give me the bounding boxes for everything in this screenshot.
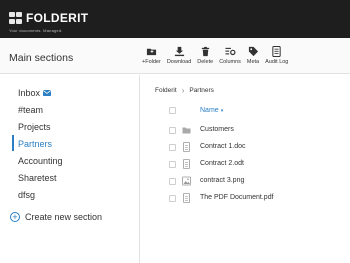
mail-icon: [43, 90, 52, 96]
sidebar-item-label: #team: [18, 105, 44, 115]
sidebar-item-label: dfsg: [18, 190, 36, 200]
columns-label: Columns: [219, 59, 241, 65]
logo-icon: [9, 12, 23, 25]
sidebar-item-projects[interactable]: Projects: [18, 122, 51, 132]
breadcrumb-root[interactable]: Folderit: [155, 87, 177, 94]
file-name: contract 3.png: [200, 177, 245, 184]
toolbar: +Folder Download Delete Columns Meta Aud…: [142, 46, 294, 65]
sidebar-item-label: Accounting: [18, 156, 63, 166]
page-title: Main sections: [9, 52, 74, 64]
file-name: The PDF Document.pdf: [200, 194, 274, 201]
download-icon: [174, 46, 184, 57]
sidebar-item-label: Partners: [18, 139, 53, 149]
name-column-header[interactable]: Name ▾: [200, 107, 223, 114]
create-section-button[interactable]: + Create new section: [10, 212, 102, 222]
brand-tagline: Your documents. Managed.: [9, 28, 63, 33]
delete-label: Delete: [197, 59, 214, 65]
breadcrumb-current: Partners: [189, 87, 214, 94]
download-label: Download: [166, 59, 192, 65]
chevron-right-icon: ›: [181, 86, 185, 95]
list-item[interactable]: Contract 1.doc: [150, 139, 350, 156]
brand-name: FOLDERIT: [26, 11, 89, 25]
document-icon: [183, 142, 190, 152]
sidebar-item-inbox[interactable]: Inbox: [18, 88, 52, 98]
download-button[interactable]: Download: [167, 46, 191, 65]
document-icon: [183, 193, 190, 203]
sidebar-item-team[interactable]: #team: [18, 105, 43, 115]
audit-log-button[interactable]: Audit Log: [265, 46, 288, 65]
sidebar-item-partners[interactable]: Partners: [18, 139, 52, 149]
sidebar-item-label: Inbox: [18, 88, 41, 98]
folder-plus-icon: [146, 48, 156, 56]
row-checkbox[interactable]: [169, 161, 176, 168]
list-item[interactable]: The PDF Document.pdf: [150, 190, 350, 207]
file-name: Contract 1.doc: [200, 143, 246, 150]
tag-icon: [248, 46, 258, 57]
create-section-label: Create new section: [25, 212, 103, 222]
file-name: Contract 2.odt: [200, 160, 244, 167]
sidebar: [0, 75, 140, 263]
trash-icon: [201, 46, 209, 57]
columns-button[interactable]: Columns: [219, 46, 241, 65]
meta-label: Meta: [246, 59, 260, 65]
row-checkbox[interactable]: [169, 195, 176, 202]
sidebar-item-label: Sharetest: [18, 173, 57, 183]
document-icon: [183, 159, 190, 169]
list-header: Name ▾: [150, 100, 350, 122]
name-column-label: Name: [200, 107, 219, 114]
breadcrumb: Folderit › Partners: [155, 86, 214, 95]
meta-button[interactable]: Meta: [247, 46, 259, 65]
logo[interactable]: FOLDERIT: [9, 12, 88, 25]
list-item[interactable]: Contract 2.odt: [150, 156, 350, 173]
sidebar-item-dfsg[interactable]: dfsg: [18, 190, 35, 200]
sidebar-item-sharetest[interactable]: Sharetest: [18, 173, 57, 183]
sidebar-item-accounting[interactable]: Accounting: [18, 156, 63, 166]
row-checkbox[interactable]: [169, 144, 176, 151]
add-folder-label: +Folder: [142, 59, 161, 65]
document-list-icon: [272, 46, 281, 57]
row-checkbox[interactable]: [169, 178, 176, 185]
list-item[interactable]: contract 3.png: [150, 173, 350, 190]
row-checkbox[interactable]: [169, 127, 176, 134]
select-all-checkbox[interactable]: [169, 107, 176, 114]
top-bar: FOLDERIT Your documents. Managed.: [0, 0, 350, 38]
active-indicator: [12, 135, 14, 151]
sort-down-icon: ▾: [220, 107, 224, 114]
folder-icon: [182, 127, 191, 134]
add-folder-button[interactable]: +Folder: [142, 46, 161, 65]
columns-gear-icon: [224, 47, 236, 56]
image-file-icon: [182, 176, 191, 186]
sidebar-item-label: Projects: [18, 122, 51, 132]
list-item[interactable]: Customers: [150, 122, 350, 139]
delete-button[interactable]: Delete: [197, 46, 213, 65]
file-name: Customers: [200, 126, 234, 133]
plus-circle-icon: +: [10, 212, 20, 222]
audit-log-label: Audit Log: [265, 59, 289, 65]
